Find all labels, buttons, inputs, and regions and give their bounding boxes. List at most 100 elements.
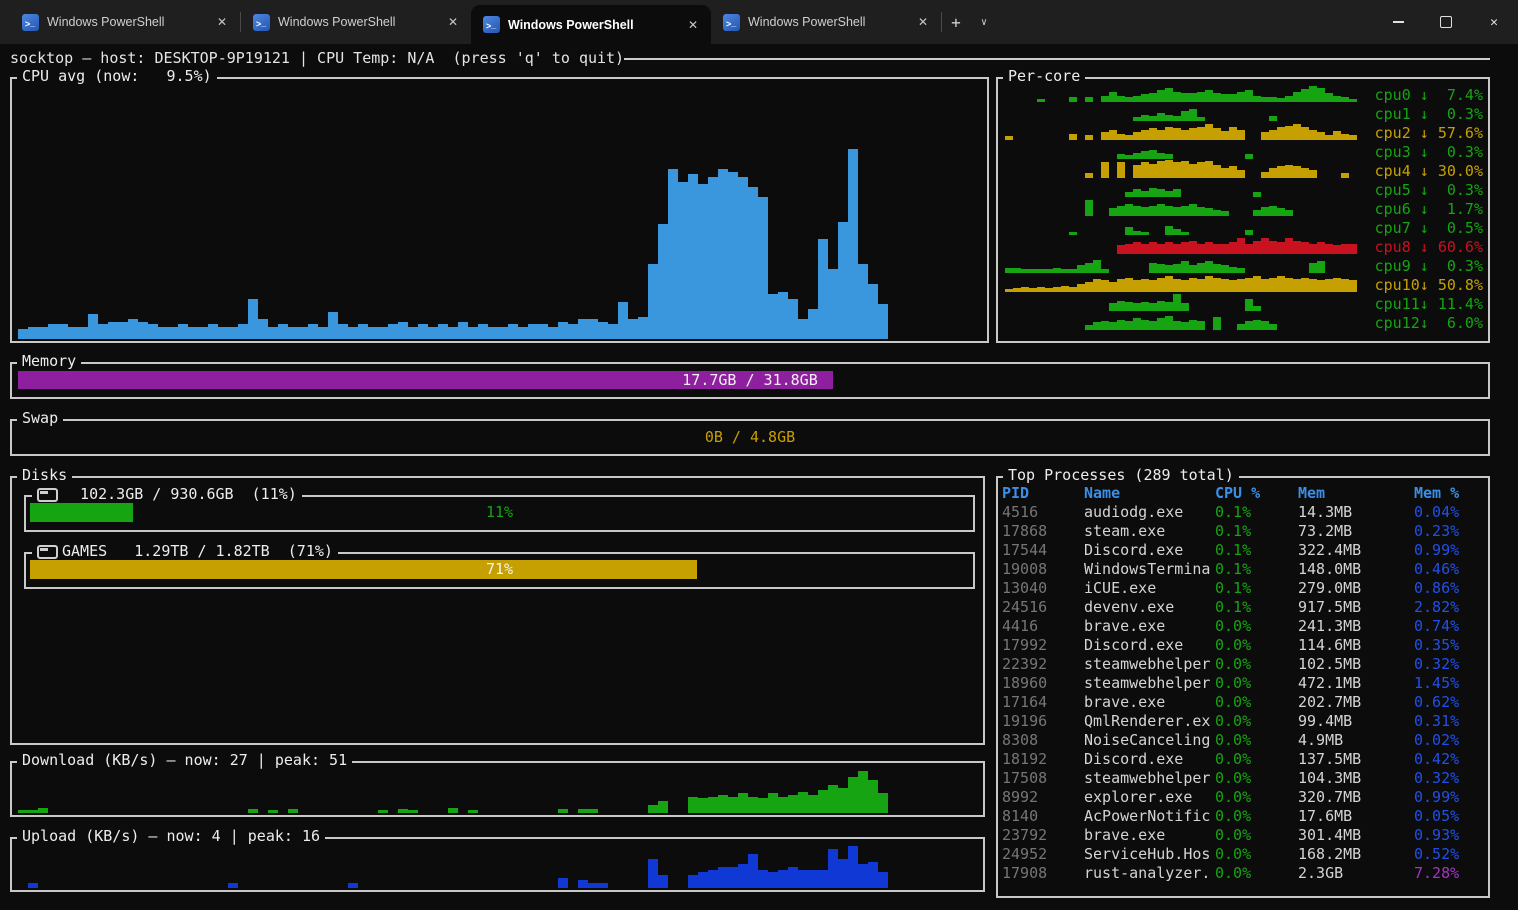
cpu-avg-bar [268, 327, 278, 340]
download-bar [848, 777, 858, 813]
tab-close-icon[interactable]: ✕ [915, 14, 931, 30]
download-bar [808, 795, 818, 813]
core-spark-bar [1253, 320, 1261, 330]
core-spark-bar [1237, 268, 1245, 273]
tab-dropdown-button[interactable]: ∨ [970, 7, 998, 37]
core-spark-bar [1181, 280, 1189, 292]
process-row-14-mem: 0.32% [1414, 769, 1484, 788]
core-spark-bar [1093, 322, 1101, 330]
minimize-icon [1393, 21, 1404, 23]
core-spark-bar [1197, 207, 1205, 216]
core-spark-bar [1253, 306, 1261, 311]
core-spark-bar [1069, 97, 1077, 102]
tab-1[interactable]: >_Windows PowerShell✕ [10, 0, 240, 44]
terminal-screen[interactable]: socktop — host: DESKTOP-9P19121 | CPU Te… [0, 44, 1518, 910]
core-spark-bar [1213, 210, 1221, 217]
core-spark-bar [1269, 241, 1277, 254]
tab-4[interactable]: >_Windows PowerShell✕ [711, 0, 941, 44]
core-spark-bar [1325, 244, 1333, 254]
core-spark-bar [1037, 287, 1045, 292]
core-spark-bar [1205, 261, 1213, 273]
core-spark-bar [1141, 151, 1149, 159]
process-row-9-mem: 472.1MB [1298, 674, 1414, 693]
tab-close-icon[interactable]: ✕ [685, 17, 701, 33]
core-spark-bar [1101, 132, 1109, 140]
core-spark-bar [1125, 204, 1133, 216]
cpu-avg-bar [668, 169, 678, 339]
core-spark-bar [1213, 317, 1221, 330]
disk-box-c: 102.3GB / 930.6GB (11%) 11% [24, 495, 975, 532]
core-spark-bar [1181, 322, 1189, 330]
core-spark-bar [1261, 279, 1269, 292]
core-spark-bar [1133, 303, 1141, 311]
core-spark-bar [1173, 264, 1181, 273]
core-spark-bar [1085, 282, 1093, 292]
core-spark-bar [1117, 154, 1125, 159]
core-spark-bar [1157, 130, 1165, 140]
core-spark-bar [1229, 166, 1237, 178]
tab-close-icon[interactable]: ✕ [445, 14, 461, 30]
core-spark-bar [1301, 168, 1309, 178]
disks-panel: Disks 102.3GB / 930.6GB (11%) 11% GAMES … [10, 476, 985, 745]
download-bar [798, 792, 808, 813]
core-spark-bar [1109, 322, 1117, 330]
cpu-avg-bar [828, 269, 838, 339]
core-spark-bar [1261, 321, 1269, 330]
cpu-avg-bar [458, 322, 468, 340]
cpu-avg-bar [868, 284, 878, 339]
core-spark-bar [1141, 191, 1149, 198]
core-spark-bar [1173, 92, 1181, 102]
download-bar [18, 810, 28, 813]
core-spark-bar [1181, 93, 1189, 102]
cpu-avg-bar [198, 327, 208, 340]
download-bar [38, 808, 48, 813]
core-spark-bar [1085, 200, 1093, 216]
core-spark-bar [1213, 264, 1221, 273]
core-spark-bar [1125, 278, 1133, 292]
minimize-button[interactable] [1374, 0, 1422, 44]
core-spark-bar [1341, 134, 1349, 141]
cpu-avg-bar [398, 322, 408, 340]
core-spark-bar [1077, 284, 1085, 292]
new-tab-button[interactable]: + [942, 7, 970, 37]
cpu-avg-bar [158, 327, 168, 340]
process-row-9-name: steamwebhelper [1084, 674, 1215, 693]
core-spark-bar [1133, 96, 1141, 103]
core-spark-bar [1165, 191, 1173, 198]
core-spark-bar [1141, 302, 1149, 311]
process-row-11-name: QmlRenderer.ex [1084, 712, 1215, 731]
close-button[interactable]: ✕ [1470, 0, 1518, 44]
cpu-avg-bar [678, 182, 688, 340]
core-spark-bar [1181, 232, 1189, 235]
upload-bar [838, 859, 848, 888]
process-row-18-name: ServiceHub.Hos [1084, 845, 1215, 864]
core-spark-bar [1269, 278, 1277, 292]
process-row-3-cpu: 0.1% [1215, 560, 1298, 579]
tab-title: Windows PowerShell [47, 15, 206, 29]
process-row-19-cpu: 0.0% [1215, 864, 1298, 883]
core-spark-bar [1189, 204, 1197, 216]
core-spark-bar [1141, 162, 1149, 178]
core-spark-bar [1197, 279, 1205, 292]
core-spark-bar [1101, 162, 1109, 178]
cpu-avg-bar [628, 319, 638, 339]
cpu-avg-bar [418, 324, 428, 339]
upload-bar [748, 854, 758, 888]
download-bar [378, 810, 388, 813]
cpu-avg-bar [278, 324, 288, 339]
cpu-avg-bar [818, 239, 828, 339]
download-title: Download (KB/s) — now: 27 | peak: 51 [17, 751, 352, 770]
tab-2[interactable]: >_Windows PowerShell✕ [241, 0, 471, 44]
maximize-button[interactable] [1422, 0, 1470, 44]
core-spark-bar [1293, 279, 1301, 292]
core-spark-bar [1165, 316, 1173, 330]
tab-3[interactable]: >_Windows PowerShell✕ [471, 5, 711, 44]
cpu-avg-bar [508, 324, 518, 339]
core-spark-bar [1101, 280, 1109, 292]
upload-bar [28, 883, 38, 888]
top-processes-panel: Top Processes (289 total) PID Name CPU %… [996, 476, 1490, 898]
process-row-4-mem: 0.86% [1414, 579, 1484, 598]
core-spark-bar [1157, 153, 1165, 160]
core-spark-bar [1173, 229, 1181, 236]
tab-close-icon[interactable]: ✕ [214, 14, 230, 30]
